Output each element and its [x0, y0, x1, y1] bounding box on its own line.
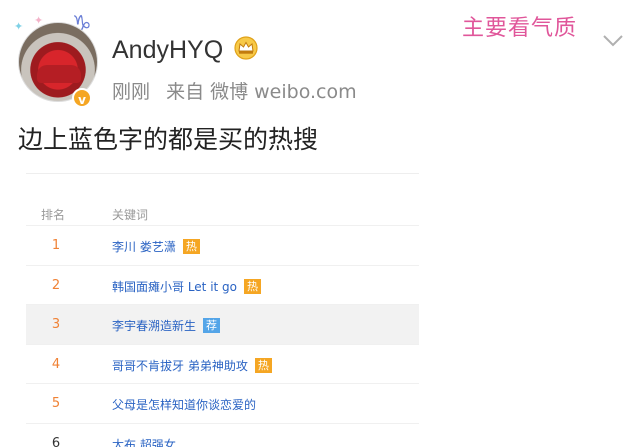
row-keyword-link[interactable]: 哥哥不肯拔牙 弟弟神助攻热: [112, 357, 272, 374]
star-decoration-icon: ✦: [14, 20, 24, 33]
row-rank: 5: [51, 396, 61, 411]
table-row[interactable]: 1 李川 娄艺潇热: [26, 225, 419, 265]
post-time: 刚刚: [112, 81, 151, 103]
row-rank: 2: [51, 277, 61, 293]
hot-search-card: 排名 关键词 1 李川 娄艺潇热 2 韩国面瘫小哥 Let it go 热 3 李…: [26, 173, 419, 447]
table-row[interactable]: 6 太布 超强女: [26, 422, 419, 447]
chevron-down-icon[interactable]: [602, 34, 624, 48]
row-rank: 6: [51, 435, 61, 447]
row-keyword-link[interactable]: 李宇春溯造新生荐: [112, 317, 221, 334]
header-keyword: 关键词: [112, 208, 149, 222]
crown-icon: [234, 36, 258, 60]
post-text: 边上蓝色字的都是买的热搜: [18, 125, 319, 154]
table-row[interactable]: 3 李宇春溯造新生荐: [26, 304, 419, 344]
row-keyword-link[interactable]: 李川 娄艺潇热: [112, 238, 200, 255]
username[interactable]: AndyHYQ: [112, 36, 223, 65]
post-source[interactable]: 来自 微博 weibo.com: [166, 81, 357, 103]
row-keyword-link[interactable]: 父母是怎样知道你谈恋爱的: [112, 396, 256, 413]
table-row[interactable]: 5 父母是怎样知道你谈恋爱的: [26, 383, 419, 423]
row-rank: 4: [51, 356, 61, 372]
hot-tag-badge: 热: [254, 357, 272, 373]
verified-badge-icon: v: [72, 88, 92, 108]
row-rank: 1: [51, 238, 61, 253]
post-meta: 刚刚 来自 微博 weibo.com: [112, 77, 367, 104]
recommend-tag-badge: 荐: [203, 318, 221, 333]
row-keyword-link[interactable]: 韩国面瘫小哥 Let it go 热: [112, 278, 262, 295]
table-row[interactable]: 4 哥哥不肯拔牙 弟弟神助攻热: [26, 343, 419, 384]
hot-tag-badge: 热: [182, 239, 200, 254]
table-header: 排名 关键词: [26, 175, 419, 225]
hot-tag-badge: 热: [244, 278, 262, 294]
row-keyword-link[interactable]: 太布 超强女: [112, 436, 176, 447]
user-avatar-area[interactable]: ✦ ✦ ✧ ♑ v: [10, 12, 106, 108]
header-rank: 排名: [41, 208, 66, 222]
watermark-text: 主要看气质: [462, 16, 578, 41]
table-row[interactable]: 2 韩国面瘫小哥 Let it go 热: [26, 264, 419, 305]
row-rank: 3: [51, 317, 61, 332]
